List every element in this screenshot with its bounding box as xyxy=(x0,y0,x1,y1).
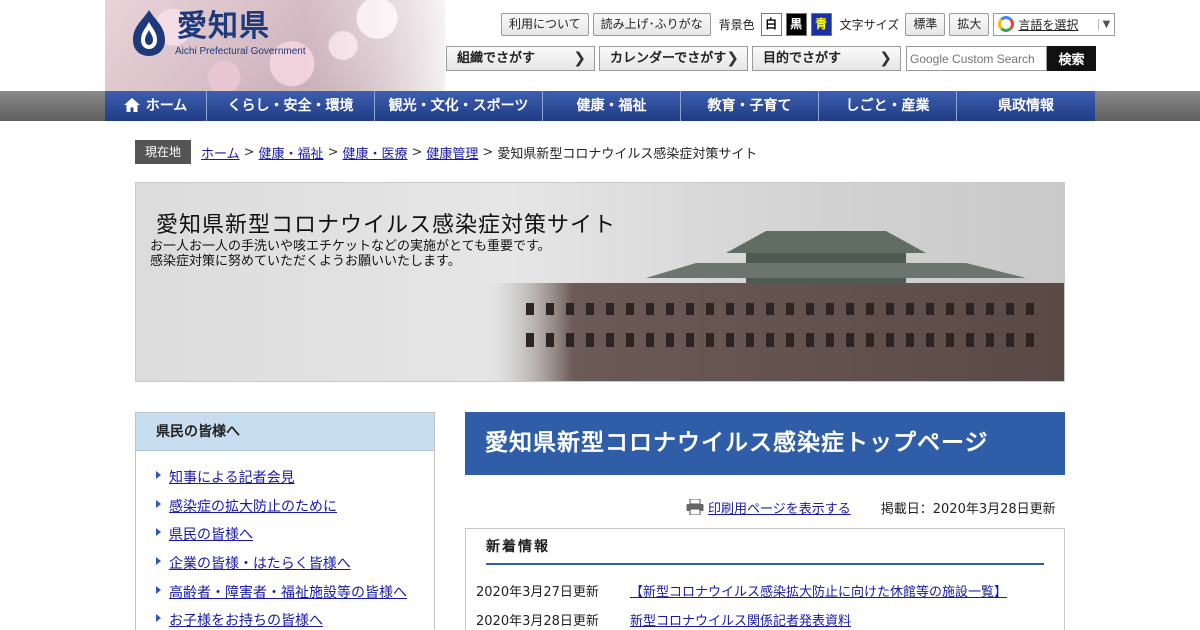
prefectural-office-building-image xyxy=(486,231,1064,381)
triangle-right-icon xyxy=(156,471,161,479)
print-row: 印刷用ページを表示する 掲載日：2020年3月28日更新 xyxy=(686,497,1056,517)
news-link[interactable]: 新型コロナウイルス関係記者発表資料 xyxy=(630,610,851,629)
google-icon xyxy=(998,16,1015,32)
triangle-right-icon xyxy=(156,528,161,537)
triangle-right-icon xyxy=(156,557,161,566)
find-by-calendar-label: カレンダーでさがす xyxy=(610,51,727,66)
site-header: 愛知県 Aichi Prefectural Government 利用について … xyxy=(105,0,1116,91)
bg-blue-button[interactable]: 青 xyxy=(810,12,832,36)
print-page-link[interactable]: 印刷用ページを表示する xyxy=(708,498,851,517)
breadcrumb: 現在地 ホーム > 健康・福祉 > 健康・医療 > 健康管理 > 愛知県新型コロ… xyxy=(135,140,757,164)
sidebar-link-press-conference[interactable]: 知事による記者会見 xyxy=(169,470,295,486)
language-select-label: 言語を選択 xyxy=(1018,17,1079,32)
news-link[interactable]: 【新型コロナウイルス感染拡大防止に向けた休館等の施設一覧】 xyxy=(630,581,1007,600)
font-standard-button[interactable]: 標準 xyxy=(905,12,946,36)
fontsize-label: 文字サイズ xyxy=(839,17,900,32)
readaloud-button[interactable]: 読み上げ･ふりがな xyxy=(592,12,711,36)
find-by-org-label: 組織でさがす xyxy=(457,51,536,66)
breadcrumb-link-health-medical[interactable]: 健康・医療 xyxy=(342,143,407,162)
chevron-right-icon: ❯ xyxy=(726,49,739,67)
sidebar-link-prevention[interactable]: 感染症の拡大防止のために xyxy=(169,499,337,515)
breadcrumb-link-health-management[interactable]: 健康管理 xyxy=(426,143,478,162)
site-logo[interactable]: 愛知県 Aichi Prefectural Government xyxy=(127,8,337,60)
nav-home[interactable]: ホーム xyxy=(105,91,207,121)
nav-work-industry[interactable]: しごと・産業 xyxy=(819,91,957,121)
global-nav: ホーム くらし・安全・環境 観光・文化・スポーツ 健康・福祉 教育・子育て しご… xyxy=(105,91,1095,121)
news-box: 新着情報 2020年3月27日更新 【新型コロナウイルス感染拡大防止に向けた休館… xyxy=(465,528,1065,630)
home-icon xyxy=(123,98,140,112)
find-by-purpose-label: 目的でさがす xyxy=(763,51,842,66)
breadcrumb-current: 愛知県新型コロナウイルス感染症対策サイト xyxy=(497,146,758,162)
hero-banner: 愛知県新型コロナウイルス感染症対策サイト お一人お一人の手洗いや咳エチケットなど… xyxy=(135,182,1065,382)
sidebar-item: お子様をお持ちの皆様へ xyxy=(136,610,434,630)
news-date: 2020年3月27日更新 xyxy=(476,585,599,600)
logo-text: 愛知県 xyxy=(177,9,270,44)
language-select[interactable]: 言語を選択 ▼ xyxy=(993,12,1116,36)
breadcrumb-link-health-welfare[interactable]: 健康・福祉 xyxy=(259,143,324,162)
bg-black-button[interactable]: 黒 xyxy=(785,12,807,36)
triangle-right-icon xyxy=(156,499,161,508)
page-title: 愛知県新型コロナウイルス感染症トップページ xyxy=(465,412,1065,475)
nav-tourism-culture[interactable]: 観光・文化・スポーツ xyxy=(375,91,543,121)
chevron-right-icon: ❯ xyxy=(573,49,586,67)
font-large-button[interactable]: 拡大 xyxy=(949,12,990,36)
nav-prefecture-info[interactable]: 県政情報 xyxy=(957,91,1095,121)
breadcrumb-tag: 現在地 xyxy=(135,140,192,164)
banner-message: お一人お一人の手洗いや咳エチケットなどの実施がとても重要です。 感染症対策に努め… xyxy=(150,239,551,269)
banner-message-line: 感染症対策に努めていただくようお願いいたします。 xyxy=(150,254,461,269)
nav-health-welfare[interactable]: 健康・福祉 xyxy=(543,91,681,121)
news-heading: 新着情報 xyxy=(486,537,1044,565)
banner-message-line: お一人お一人の手洗いや咳エチケットなどの実施がとても重要です。 xyxy=(150,239,551,254)
aichi-emblem-icon xyxy=(133,10,165,56)
utility-bar: 利用について 読み上げ･ふりがな 背景色 白 黒 青 文字サイズ 標準 拡大 言… xyxy=(501,12,1116,36)
bgcolor-label: 背景色 xyxy=(718,17,755,32)
sidebar-item: 高齢者・障害者・福祉施設等の皆様へ xyxy=(136,582,434,611)
find-by-calendar-button[interactable]: カレンダーでさがす ❯ xyxy=(599,46,748,71)
find-by-org-button[interactable]: 組織でさがす ❯ xyxy=(446,46,595,71)
sidebar-link-elderly-disabled[interactable]: 高齢者・障害者・福祉施設等の皆様へ xyxy=(169,585,407,601)
chevron-right-icon: ❯ xyxy=(879,49,892,67)
sidebar-heading: 県民の皆様へ xyxy=(136,413,434,451)
sidebar-link-companies[interactable]: 企業の皆様・はたらく皆様へ xyxy=(169,556,351,572)
sidebar-item: 県民の皆様へ xyxy=(136,524,434,553)
search-button[interactable]: 検索 xyxy=(1047,46,1096,71)
triangle-right-icon xyxy=(156,614,161,623)
find-by-purpose-button[interactable]: 目的でさがす ❯ xyxy=(752,46,901,71)
sidebar-link-residents[interactable]: 県民の皆様へ xyxy=(169,527,253,543)
sidebar: 県民の皆様へ 知事による記者会見 感染症の拡大防止のために 県民の皆様へ 企業の… xyxy=(135,412,435,630)
sidebar-item: 知事による記者会見 xyxy=(136,467,434,496)
banner-title: 愛知県新型コロナウイルス感染症対策サイト xyxy=(156,213,617,238)
triangle-right-icon xyxy=(156,585,161,594)
nav-education[interactable]: 教育・子育て xyxy=(681,91,819,121)
sidebar-link-parents[interactable]: お子様をお持ちの皆様へ xyxy=(169,613,323,629)
search-input[interactable] xyxy=(906,46,1047,71)
sidebar-item: 感染症の拡大防止のために xyxy=(136,496,434,525)
dropdown-arrow-icon: ▼ xyxy=(1097,18,1110,30)
nav-home-label: ホーム xyxy=(145,98,188,114)
printer-icon xyxy=(686,499,704,515)
bg-white-button[interactable]: 白 xyxy=(760,12,782,36)
sidebar-item: 企業の皆様・はたらく皆様へ xyxy=(136,553,434,582)
news-item: 2020年3月28日更新 新型コロナウイルス関係記者発表資料 xyxy=(476,610,851,629)
news-item: 2020年3月27日更新 【新型コロナウイルス感染拡大防止に向けた休館等の施設一… xyxy=(476,581,1007,600)
news-date: 2020年3月28日更新 xyxy=(476,614,599,629)
logo-subtitle: Aichi Prefectural Government xyxy=(175,46,306,57)
usage-button[interactable]: 利用について xyxy=(501,12,589,36)
nav-life-safety[interactable]: くらし・安全・環境 xyxy=(207,91,375,121)
posted-date: 掲載日：2020年3月28日更新 xyxy=(880,501,1056,517)
find-bar: 組織でさがす ❯ カレンダーでさがす ❯ 目的でさがす ❯ 検索 xyxy=(446,46,1096,71)
sidebar-list: 知事による記者会見 感染症の拡大防止のために 県民の皆様へ 企業の皆様・はたらく… xyxy=(136,451,434,630)
breadcrumb-link-home[interactable]: ホーム xyxy=(201,143,240,162)
